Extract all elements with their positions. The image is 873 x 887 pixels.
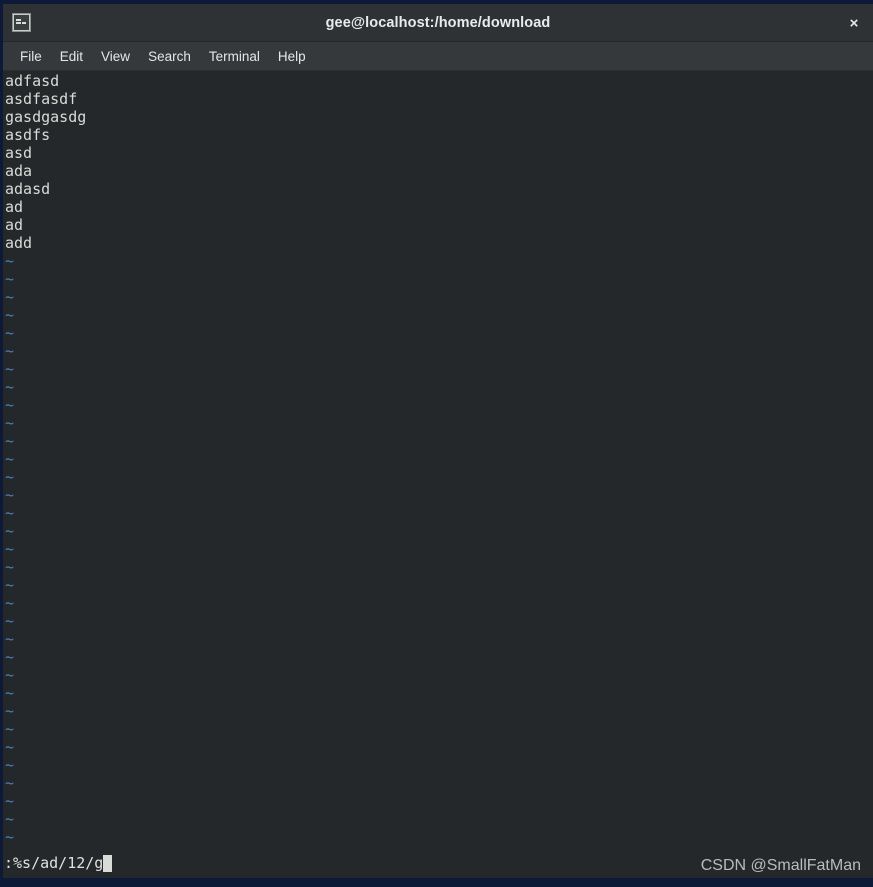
empty-line-marker: ~: [5, 738, 15, 756]
buffer-line: asdfs: [5, 126, 51, 144]
empty-line-marker: ~: [5, 810, 15, 828]
menu-item-view[interactable]: View: [92, 46, 139, 67]
empty-line-marker: ~: [5, 540, 15, 558]
vim-buffer[interactable]: adfasd asdfasdf gasdgasdg asdfs asd ada adasd a…: [4, 72, 873, 852]
empty-line-marker: ~: [5, 756, 15, 774]
close-icon[interactable]: ×: [843, 12, 865, 34]
buffer-line: asd: [5, 144, 33, 162]
terminal-icon: [12, 13, 31, 32]
text-cursor: [103, 855, 113, 872]
empty-line-marker: ~: [5, 720, 15, 738]
empty-line-marker: ~: [5, 486, 15, 504]
empty-line-marker: ~: [5, 414, 15, 432]
vim-command-text: :%s/ad/12/g: [4, 854, 104, 872]
empty-line-marker: ~: [5, 288, 15, 306]
empty-line-marker: ~: [5, 648, 15, 666]
watermark-text: CSDN @SmallFatMan: [700, 857, 861, 874]
empty-line-marker: ~: [5, 612, 15, 630]
empty-line-marker: ~: [5, 774, 15, 792]
empty-line-marker: ~: [5, 666, 15, 684]
empty-line-marker: ~: [5, 702, 15, 720]
empty-line-marker: ~: [5, 252, 15, 270]
empty-line-marker: ~: [4, 846, 873, 852]
empty-line-marker: ~: [5, 522, 15, 540]
empty-line-marker: ~: [5, 468, 15, 486]
empty-line-marker: ~: [5, 270, 15, 288]
vim-command-line[interactable]: :%s/ad/12/g: [4, 854, 113, 873]
buffer-line: adfasd: [5, 72, 60, 90]
empty-line-marker: ~: [5, 576, 15, 594]
menu-item-search[interactable]: Search: [139, 46, 200, 67]
terminal-window: gee@localhost:/home/download × File Edit…: [3, 4, 873, 878]
empty-line-marker: ~: [5, 396, 15, 414]
menu-item-file[interactable]: File: [11, 46, 51, 67]
empty-line-marker: ~: [5, 342, 15, 360]
menu-bar: File Edit View Search Terminal Help: [3, 42, 873, 71]
buffer-line: ada: [5, 162, 33, 180]
menu-item-help[interactable]: Help: [269, 46, 315, 67]
window-titlebar: gee@localhost:/home/download ×: [3, 4, 873, 42]
buffer-line: ad: [5, 216, 24, 234]
desktop-background: gee@localhost:/home/download × File Edit…: [0, 0, 873, 887]
buffer-line: ad: [5, 198, 24, 216]
empty-line-marker: ~: [5, 558, 15, 576]
window-title: gee@localhost:/home/download: [325, 14, 551, 31]
empty-line-marker: ~: [5, 360, 15, 378]
buffer-line: add: [5, 234, 33, 252]
empty-line-marker: ~: [5, 432, 15, 450]
buffer-line: asdfasdf: [5, 90, 78, 108]
menu-item-edit[interactable]: Edit: [51, 46, 92, 67]
menu-item-terminal[interactable]: Terminal: [200, 46, 269, 67]
empty-line-marker: ~: [5, 792, 15, 810]
empty-line-marker: ~: [5, 306, 15, 324]
empty-line-marker: ~: [5, 630, 15, 648]
terminal-icon-screen: [14, 15, 29, 30]
buffer-line: adasd: [5, 180, 51, 198]
terminal-screen[interactable]: adfasd asdfasdf gasdgasdg asdfs asd ada adasd a…: [3, 71, 873, 878]
empty-line-marker: ~: [5, 504, 15, 522]
empty-line-marker: ~: [5, 594, 15, 612]
empty-line-marker: ~: [5, 450, 15, 468]
empty-line-marker: ~: [5, 324, 15, 342]
buffer-line: gasdgasdg: [5, 108, 87, 126]
empty-line-marker: ~: [5, 828, 15, 846]
empty-line-marker: ~: [5, 378, 15, 396]
empty-line-marker: ~: [5, 684, 15, 702]
